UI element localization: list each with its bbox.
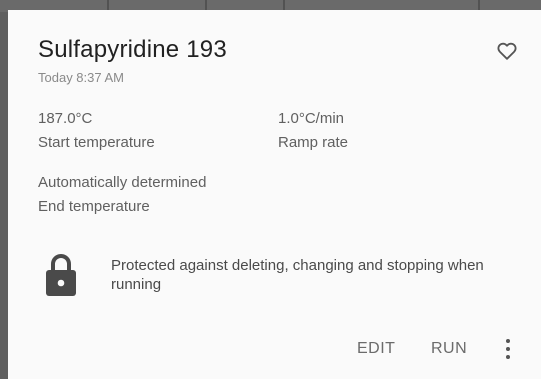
start-temperature-value: 187.0°C	[38, 110, 93, 127]
protection-note: Protected against deleting, changing and…	[111, 257, 484, 293]
end-temperature-value: Automatically determined	[38, 174, 207, 191]
card-timestamp: Today 8:37 AM	[38, 70, 124, 85]
more-vert-icon[interactable]	[500, 337, 516, 361]
lock-icon	[46, 254, 76, 296]
run-button[interactable]: RUN	[431, 340, 467, 358]
experiment-card[interactable]: Sulfapyridine 193 Today 8:37 AM 187.0°C …	[8, 10, 541, 379]
ramp-rate-label: Ramp rate	[278, 134, 349, 151]
edit-button[interactable]: EDIT	[357, 340, 395, 358]
card-title: Sulfapyridine 193	[38, 36, 227, 63]
start-temperature-label: Start temperature	[38, 134, 155, 151]
heart-outline-icon[interactable]	[496, 40, 518, 62]
ramp-rate-value: 1.0°C/min	[278, 110, 345, 127]
end-temperature-label: End temperature	[38, 198, 150, 215]
